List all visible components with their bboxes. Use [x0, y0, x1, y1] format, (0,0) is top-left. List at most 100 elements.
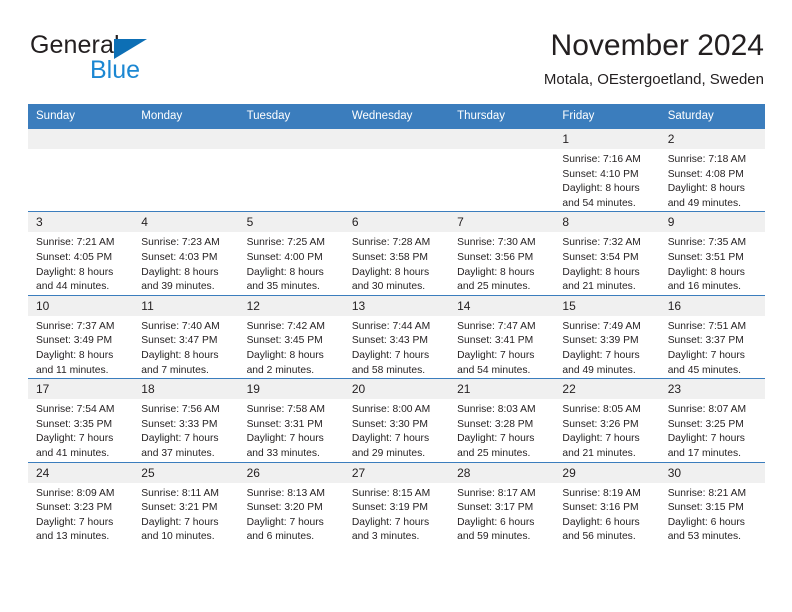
calendar-day-cell[interactable]: 27 Sunrise: 8:15 AM Sunset: 3:19 PM Dayligh…	[343, 461, 450, 545]
day-number	[133, 129, 239, 149]
day-detail-line: Sunrise: 7:23 AM	[141, 237, 220, 249]
calendar-day-cell[interactable]: 30 Sunrise: 8:21 AM Sunset: 3:15 PM Dayligh…	[659, 461, 765, 545]
day-detail-line: Daylight: 8 hours	[351, 266, 430, 278]
day-number: 8	[554, 212, 660, 233]
calendar-day-cell[interactable]: 29 Sunrise: 8:19 AM Sunset: 3:16 PM Dayligh…	[554, 461, 660, 545]
day-detail-line: Sunrise: 7:30 AM	[457, 237, 536, 249]
day-detail-line: and 10 minutes.	[141, 531, 215, 543]
day-detail-line: Daylight: 7 hours	[246, 516, 324, 528]
day-number	[28, 129, 134, 149]
day-details	[133, 149, 238, 153]
calendar-day-cell[interactable]: 2 Sunrise: 7:18 AM Sunset: 4:08 PM Daylight…	[659, 127, 765, 212]
day-details: Sunrise: 8:05 AM Sunset: 3:26 PM Daylight:…	[554, 399, 659, 461]
calendar-day-cell[interactable]: 16 Sunrise: 7:51 AM Sunset: 3:37 PM Dayligh…	[659, 294, 765, 379]
day-details: Sunrise: 7:42 AM Sunset: 3:45 PM Daylight:…	[239, 316, 344, 378]
day-detail-line: and 21 minutes.	[562, 281, 636, 293]
calendar-day-cell[interactable]: 26 Sunrise: 8:13 AM Sunset: 3:20 PM Dayligh…	[238, 461, 344, 545]
day-number: 2	[659, 129, 765, 149]
calendar-day-cell[interactable]: 19 Sunrise: 7:58 AM Sunset: 3:31 PM Dayligh…	[238, 378, 344, 462]
calendar-day-cell[interactable]: 18 Sunrise: 7:56 AM Sunset: 3:33 PM Dayligh…	[133, 378, 239, 462]
day-detail-line: and 54 minutes.	[457, 364, 531, 376]
calendar-day-cell[interactable]: 7 Sunrise: 7:30 AM Sunset: 3:56 PM Daylight…	[449, 211, 555, 296]
day-detail-line: Daylight: 7 hours	[141, 433, 219, 445]
day-detail-line: Sunset: 3:21 PM	[141, 502, 218, 514]
calendar-week-row: 24 Sunrise: 8:09 AM Sunset: 3:23 PM Dayligh…	[28, 461, 765, 545]
weekday-header-friday: Friday	[554, 104, 660, 129]
day-detail-line: and 49 minutes.	[667, 197, 741, 209]
calendar-day-cell[interactable]: 23 Sunrise: 8:07 AM Sunset: 3:25 PM Dayligh…	[659, 378, 765, 462]
calendar-day-cell[interactable]: 14 Sunrise: 7:47 AM Sunset: 3:41 PM Dayligh…	[449, 294, 555, 379]
day-detail-line: Daylight: 8 hours	[246, 349, 324, 361]
day-details	[239, 149, 344, 153]
day-number: 3	[28, 212, 134, 233]
day-detail-line: Daylight: 7 hours	[36, 433, 114, 445]
calendar-week-row: 10 Sunrise: 7:37 AM Sunset: 3:49 PM Dayligh…	[28, 294, 765, 379]
page-subtitle: Motala, OEstergoetland, Sweden	[543, 71, 764, 88]
calendar-week-row: 17 Sunrise: 7:54 AM Sunset: 3:35 PM Dayligh…	[28, 378, 765, 462]
day-details: Sunrise: 7:30 AM Sunset: 3:56 PM Daylight:…	[449, 232, 554, 294]
day-detail-line: Sunrise: 7:47 AM	[457, 320, 536, 332]
day-number: 27	[343, 462, 450, 483]
calendar-day-cell[interactable]: 1 Sunrise: 7:16 AM Sunset: 4:10 PM Daylight…	[554, 127, 660, 212]
calendar-day-cell[interactable]: 5 Sunrise: 7:25 AM Sunset: 4:00 PM Daylight…	[238, 211, 344, 296]
day-number: 11	[133, 295, 239, 316]
calendar-day-cell[interactable]: 12 Sunrise: 7:42 AM Sunset: 3:45 PM Dayligh…	[238, 294, 344, 379]
day-details	[344, 149, 449, 153]
calendar-day-cell[interactable]: 9 Sunrise: 7:35 AM Sunset: 3:51 PM Daylight…	[659, 211, 765, 296]
calendar-week-row: 3 Sunrise: 7:21 AM Sunset: 4:05 PM Daylight…	[28, 211, 765, 296]
calendar-day-cell[interactable]: 25 Sunrise: 8:11 AM Sunset: 3:21 PM Dayligh…	[133, 461, 239, 545]
day-detail-line: Sunset: 3:33 PM	[141, 418, 218, 430]
day-detail-line: Daylight: 8 hours	[457, 266, 535, 278]
day-number: 18	[133, 379, 239, 400]
calendar-day-cell[interactable]: 28 Sunrise: 8:17 AM Sunset: 3:17 PM Dayligh…	[449, 461, 555, 545]
calendar-body: 1 Sunrise: 7:16 AM Sunset: 4:10 PM Daylight…	[28, 127, 765, 545]
day-detail-line: Daylight: 7 hours	[351, 349, 430, 361]
calendar-day-cell[interactable]: 20 Sunrise: 8:00 AM Sunset: 3:30 PM Dayligh…	[343, 378, 450, 462]
day-detail-line: Sunrise: 8:17 AM	[457, 487, 536, 499]
day-detail-line: Daylight: 8 hours	[562, 183, 640, 195]
day-detail-line: Sunrise: 7:49 AM	[562, 320, 641, 332]
day-details: Sunrise: 7:37 AM Sunset: 3:49 PM Daylight:…	[28, 316, 133, 378]
brand-logo[interactable]: General Blue	[30, 31, 220, 87]
calendar-day-cell[interactable]: 24 Sunrise: 8:09 AM Sunset: 3:23 PM Dayligh…	[28, 461, 134, 545]
day-detail-line: Sunset: 3:26 PM	[562, 418, 639, 430]
weekday-header-tuesday: Tuesday	[238, 104, 344, 129]
day-detail-line: Daylight: 8 hours	[36, 349, 114, 361]
day-details: Sunrise: 7:35 AM Sunset: 3:51 PM Daylight:…	[660, 232, 765, 294]
day-detail-line: Daylight: 7 hours	[351, 516, 430, 528]
day-detail-line: and 29 minutes.	[351, 447, 426, 459]
weekday-header-monday: Monday	[133, 104, 239, 129]
day-detail-line: and 6 minutes.	[246, 531, 315, 543]
day-detail-line: Sunset: 3:37 PM	[667, 335, 744, 347]
calendar-day-cell[interactable]: 17 Sunrise: 7:54 AM Sunset: 3:35 PM Dayligh…	[28, 378, 134, 462]
calendar-empty-cell	[28, 127, 134, 212]
title-block: November 2024 Motala, OEstergoetland, Sw…	[544, 28, 764, 91]
day-detail-line: and 7 minutes.	[141, 364, 209, 376]
calendar-day-cell[interactable]: 13 Sunrise: 7:44 AM Sunset: 3:43 PM Dayligh…	[343, 294, 450, 379]
calendar-day-cell[interactable]: 15 Sunrise: 7:49 AM Sunset: 3:39 PM Dayligh…	[554, 294, 660, 379]
day-number	[449, 129, 555, 149]
day-detail-line: and 54 minutes.	[562, 197, 636, 209]
calendar-day-cell[interactable]: 4 Sunrise: 7:23 AM Sunset: 4:03 PM Daylight…	[133, 211, 239, 296]
day-detail-line: Sunset: 3:43 PM	[351, 335, 428, 347]
calendar-day-cell[interactable]: 6 Sunrise: 7:28 AM Sunset: 3:58 PM Daylight…	[343, 211, 450, 296]
day-detail-line: Sunrise: 7:40 AM	[141, 320, 220, 332]
calendar-day-cell[interactable]: 8 Sunrise: 7:32 AM Sunset: 3:54 PM Daylight…	[554, 211, 660, 296]
calendar-day-cell[interactable]: 22 Sunrise: 8:05 AM Sunset: 3:26 PM Dayligh…	[554, 378, 660, 462]
day-detail-line: and 44 minutes.	[36, 281, 110, 293]
day-detail-line: Sunset: 4:00 PM	[246, 251, 323, 263]
day-number: 12	[238, 295, 344, 316]
day-detail-line: Sunset: 3:45 PM	[246, 335, 323, 347]
day-number	[343, 129, 450, 149]
day-detail-line: Sunrise: 8:21 AM	[667, 487, 747, 499]
day-number: 6	[343, 212, 450, 233]
day-detail-line: Daylight: 7 hours	[457, 349, 535, 361]
calendar-day-cell[interactable]: 21 Sunrise: 8:03 AM Sunset: 3:28 PM Dayligh…	[449, 378, 555, 462]
day-detail-line: and 25 minutes.	[457, 447, 531, 459]
calendar-day-cell[interactable]: 3 Sunrise: 7:21 AM Sunset: 4:05 PM Daylight…	[28, 211, 134, 296]
calendar-day-cell[interactable]: 10 Sunrise: 7:37 AM Sunset: 3:49 PM Dayligh…	[28, 294, 134, 379]
day-detail-line: Sunrise: 7:32 AM	[562, 237, 641, 249]
day-detail-line: Sunset: 3:19 PM	[351, 502, 428, 514]
calendar-day-cell[interactable]: 11 Sunrise: 7:40 AM Sunset: 3:47 PM Dayligh…	[133, 294, 239, 379]
day-number: 15	[554, 295, 660, 316]
